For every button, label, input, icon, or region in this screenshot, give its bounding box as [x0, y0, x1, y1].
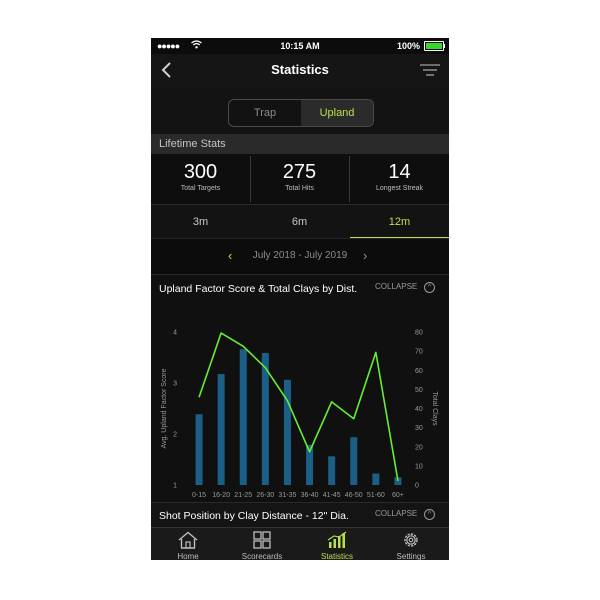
y-right-tick-label: 10 — [415, 463, 423, 470]
y-right-tick-label: 0 — [415, 483, 419, 490]
y-right-tick-label: 30 — [415, 425, 423, 432]
y-left-axis-label: Avg. Upland Factor Score — [161, 368, 168, 448]
x-tick-label: 31-35 — [278, 492, 296, 499]
stat-label: Total Targets — [180, 185, 221, 192]
filter-menu-icon — [420, 64, 440, 76]
stat-value: 14 — [388, 161, 411, 183]
tab-12m[interactable]: 12m — [350, 205, 449, 239]
y-left-tick-label: 2 — [173, 432, 177, 439]
tab-3m[interactable]: 3m — [151, 205, 250, 239]
lifetime-stats-header: Lifetime Stats — [151, 134, 449, 154]
shot-position-card: Shot Position by Clay Distance - 12" Dia… — [151, 502, 449, 528]
y-right-tick-label: 50 — [415, 387, 423, 394]
x-tick-label: 46-50 — [345, 492, 363, 499]
next-range-button[interactable]: › — [363, 248, 367, 263]
battery-tip — [443, 44, 445, 48]
x-tick-label: 26-30 — [256, 492, 274, 499]
y-right-axis-label: Total Clays — [431, 391, 438, 426]
grid-icon — [253, 531, 271, 549]
tab-settings[interactable]: Settings — [374, 528, 448, 560]
bar-chart-icon — [327, 531, 347, 548]
date-range-selector: ‹ July 2018 - July 2019 › — [151, 238, 449, 275]
tab-home[interactable]: Home — [151, 528, 225, 560]
stat-longest-streak: 14 Longest Streak — [350, 154, 449, 204]
tab-scorecards[interactable]: Scorecards — [225, 528, 299, 560]
y-right-tick-label: 80 — [415, 330, 423, 337]
battery-icon — [424, 41, 444, 51]
y-left-tick-label: 1 — [173, 483, 177, 490]
stat-value: 275 — [282, 161, 317, 183]
home-icon — [178, 531, 198, 549]
bar-total-clays — [372, 473, 380, 485]
bar-total-clays — [350, 437, 358, 485]
stat-value: 300 — [183, 161, 218, 183]
period-tabs: 3m 6m 12m — [151, 204, 449, 239]
stat-label: Longest Streak — [375, 185, 424, 192]
x-tick-label: 21-25 — [234, 492, 252, 499]
tab-label: Scorecards — [241, 552, 283, 560]
bar-total-clays — [328, 456, 336, 485]
collapse-button[interactable]: COLLAPSE — [375, 282, 417, 291]
bar-total-clays — [239, 349, 247, 485]
bar-total-clays — [261, 353, 269, 485]
tab-label: Settings — [396, 552, 426, 560]
x-tick-label: 0-15 — [192, 492, 206, 499]
x-tick-label: 51-60 — [367, 492, 385, 499]
x-tick-label: 41-45 — [323, 492, 341, 499]
phone-screen: ●●●●● 10:15 AM 100% Statistics Trap Upla… — [151, 38, 449, 560]
battery-percent: 100% — [397, 41, 421, 51]
segment-upland[interactable]: Upland — [301, 100, 373, 126]
bottom-tab-bar: Home Scorecards Statistics Settings — [151, 527, 449, 560]
bar-total-clays — [283, 379, 291, 485]
tab-statistics[interactable]: Statistics — [300, 528, 374, 560]
date-range-label: July 2018 - July 2019 — [252, 250, 348, 261]
x-tick-label: 60+ — [392, 492, 404, 499]
y-right-tick-label: 60 — [415, 368, 423, 375]
filter-menu-button[interactable] — [419, 62, 441, 80]
y-left-tick-label: 3 — [173, 381, 177, 388]
segment-trap[interactable]: Trap — [229, 100, 301, 126]
tab-6m[interactable]: 6m — [250, 205, 349, 239]
y-right-tick-label: 40 — [415, 406, 423, 413]
stat-total-hits: 275 Total Hits — [250, 154, 349, 204]
tab-label: Home — [177, 552, 199, 560]
discipline-segmented-control: Trap Upland — [228, 99, 374, 127]
lifetime-stats-row: 300 Total Targets 275 Total Hits 14 Long… — [151, 154, 449, 204]
chart-title: Upland Factor Score & Total Clays by Dis… — [159, 283, 358, 295]
chevron-up-icon[interactable]: ^ — [424, 282, 435, 293]
stat-label: Total Hits — [285, 185, 314, 192]
y-left-tick-label: 4 — [173, 330, 177, 337]
status-bar: ●●●●● 10:15 AM 100% — [151, 38, 449, 54]
bar-total-clays — [217, 374, 225, 485]
x-tick-label: 36-40 — [301, 492, 319, 499]
y-right-tick-label: 70 — [415, 349, 423, 356]
line-upland-factor-score — [198, 332, 399, 482]
x-tick-label: 16-20 — [212, 492, 230, 499]
gear-icon — [404, 533, 418, 547]
page-title: Statistics — [271, 62, 329, 77]
y-right-tick-label: 20 — [415, 444, 423, 451]
chart-card: Upland Factor Score & Total Clays by Dis… — [151, 274, 449, 503]
card-title: Shot Position by Clay Distance - 12" Dia… — [159, 510, 349, 522]
discipline-selector-area: Trap Upland — [151, 88, 449, 134]
bar-total-clays — [195, 414, 203, 485]
navigation-bar: Statistics — [151, 54, 449, 88]
combo-chart: 123401020304050607080Avg. Upland Factor … — [161, 330, 438, 500]
stat-total-targets: 300 Total Targets — [151, 154, 250, 204]
chevron-up-icon[interactable]: ^ — [424, 509, 435, 520]
tab-label: Statistics — [320, 552, 353, 560]
collapse-button[interactable]: COLLAPSE — [375, 509, 417, 518]
